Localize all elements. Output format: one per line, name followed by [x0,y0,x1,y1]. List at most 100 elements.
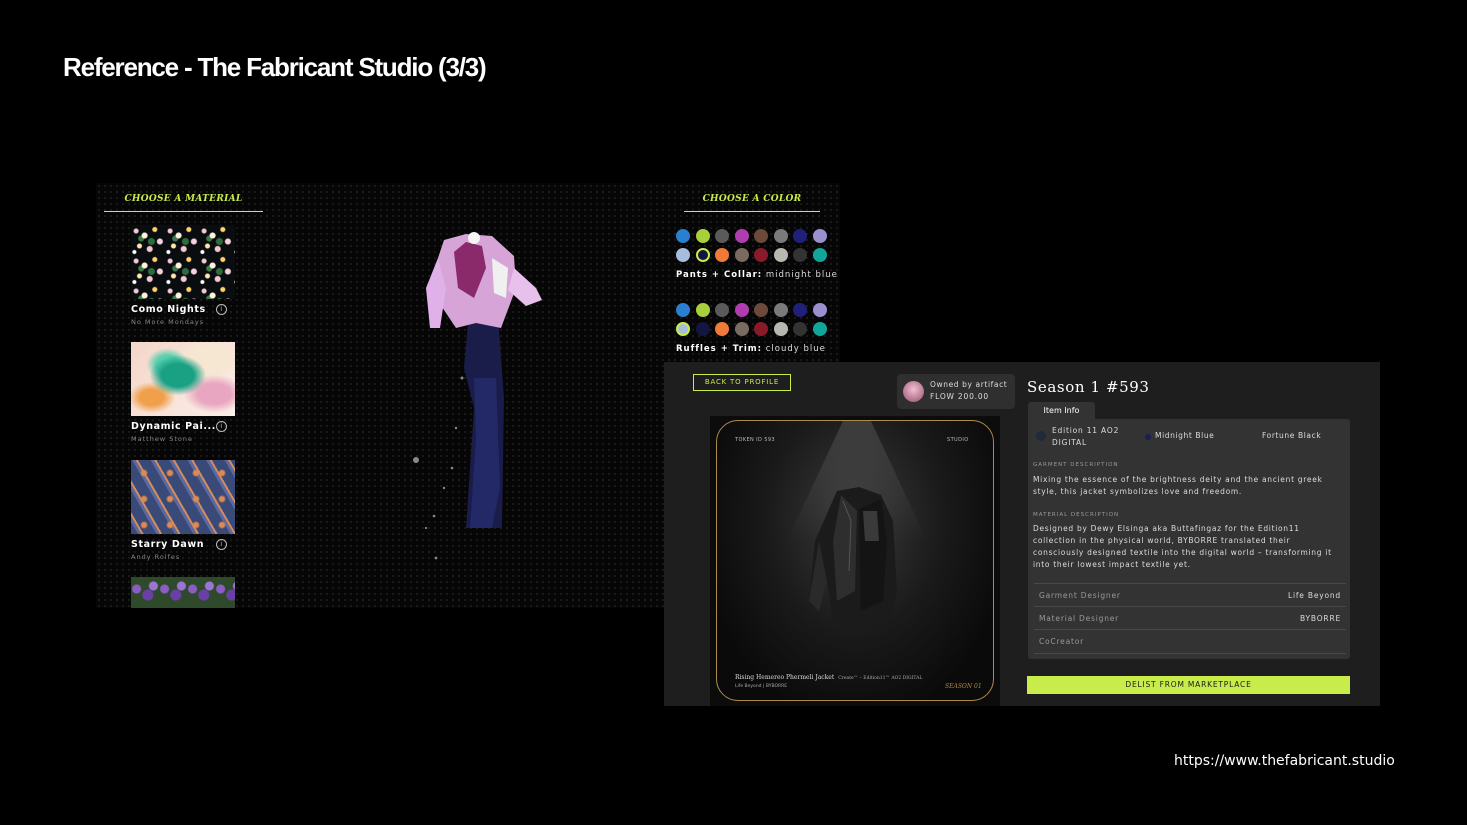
color-swatch[interactable] [695,303,710,317]
color-swatch[interactable] [754,303,768,317]
source-url[interactable]: https://www.thefabricant.studio [1174,753,1395,769]
color-swatch[interactable] [773,248,788,262]
choose-material-heading: CHOOSE A MATERIAL [104,194,263,212]
color-swatch[interactable] [734,303,749,317]
color-swatch[interactable] [793,303,807,317]
color-swatch[interactable] [773,229,788,243]
color-swatch[interactable] [695,322,710,336]
info-icon[interactable]: i [216,421,227,432]
material-thumbnail[interactable] [131,460,235,534]
color-part-label: Ruffles + Trim: [676,344,762,354]
material-card-starry-dawn[interactable]: Starry Dawn i Andy Rolfes [131,460,235,561]
material-name: Como Nights [131,304,206,315]
color-swatch[interactable] [676,303,690,317]
color-swatch[interactable] [695,248,710,262]
color-dot-icon [1145,434,1151,440]
row-key: Material Designer [1039,614,1120,623]
color-swatch[interactable] [793,322,807,336]
season-tag: SEASON 01 [945,683,982,690]
jacket-image [809,487,897,631]
owner-name: Owned by artifact [930,380,1008,389]
material-designer-row: Material Designer BYBORRE [1034,606,1346,630]
color-swatches-ruffles-trim [676,303,827,336]
material-card-dynamic-painting[interactable]: Dynamic Pai... i Matthew Stone [131,342,235,443]
slide-title: Reference - The Fabricant Studio (3/3) [63,52,487,82]
cocreator-row: CoCreator [1034,629,1346,654]
item-title: Season 1 #593 [1027,378,1150,396]
color-swatch[interactable] [715,322,729,336]
color-swatch[interactable] [812,322,827,336]
color-swatch[interactable] [812,229,827,243]
nft-edition: Create™ – Edition11™ AO2 DIGITAL [838,676,923,681]
color-swatch[interactable] [676,322,690,336]
color-part-value: midnight blue [765,270,838,280]
studio-logo: STUDIO [947,437,969,443]
primary-color: Midnight Blue [1155,431,1215,440]
color-swatches-pants-collar [676,229,827,262]
edition-line-1: Edition 11 AO2 [1052,426,1120,435]
owner-badge[interactable]: Owned by artifact FLOW 200.00 [897,374,1015,409]
token-id: TOKEN ID 593 [735,437,776,443]
material-name: Starry Dawn [131,539,205,550]
item-detail-panel: BACK TO PROFILE Owned by artifact FLOW 2… [664,362,1380,706]
secondary-color: Fortune Black [1262,431,1322,440]
material-card-como-nights[interactable]: Como Nights i No More Mondays [131,225,235,326]
info-icon[interactable]: i [216,539,227,550]
pants-collar-label: Pants + Collar: midnight blue [676,270,838,280]
color-swatch[interactable] [754,229,768,243]
edition-text: Edition 11 AO2 DIGITAL [1052,425,1119,449]
material-author: Matthew Stone [131,435,193,443]
material-description-label: MATERIAL DESCRIPTION [1033,512,1120,518]
color-swatch[interactable] [773,303,788,317]
color-swatch[interactable] [676,248,690,262]
edition-line-2: DIGITAL [1052,438,1087,447]
color-swatch[interactable] [812,303,827,317]
material-thumbnail[interactable] [131,577,235,608]
color-swatch[interactable] [715,248,729,262]
info-icon[interactable]: i [216,304,227,315]
color-swatch[interactable] [793,229,807,243]
row-key: CoCreator [1039,637,1085,646]
row-value: Life Beyond [1287,591,1341,600]
color-swatch[interactable] [773,322,788,336]
material-name-row: Como Nights i [131,304,235,315]
color-swatch[interactable] [695,229,710,243]
color-swatch[interactable] [734,248,749,262]
nft-name-row: Rising Hemereo Phermeli Jacket Create™ – … [735,674,922,681]
nft-creators: Life Beyond | BYBORRE [735,684,788,689]
back-to-profile-button[interactable]: BACK TO PROFILE [693,374,791,391]
material-thumbnail[interactable] [131,225,235,299]
edition-icon [1036,431,1046,441]
material-description: Designed by Dewy Elsinga aka Buttafingaz… [1033,524,1332,569]
material-thumbnail[interactable] [131,342,235,416]
color-swatch[interactable] [734,229,749,243]
color-swatch[interactable] [676,229,690,243]
color-swatch[interactable] [754,248,768,262]
material-author: No More Mondays [131,318,205,326]
nft-card[interactable]: TOKEN ID 593 STUDIO Rising Hemereo Pherm… [710,416,1000,706]
material-author: Andy Rolfes [131,553,181,561]
color-swatch[interactable] [754,322,768,336]
garment-designer-row: Garment Designer Life Beyond [1034,583,1346,607]
color-swatch[interactable] [715,229,729,243]
owner-price: FLOW 200.00 [930,392,989,401]
delist-from-marketplace-button[interactable]: DELIST FROM MARKETPLACE [1027,676,1350,694]
item-info-panel: Edition 11 AO2 DIGITAL Midnight Blue Fort… [1028,419,1350,659]
material-name-row: Dynamic Pai... i [131,421,235,432]
material-card-partial[interactable] [131,577,235,608]
nft-card-frame: TOKEN ID 593 STUDIO Rising Hemereo Pherm… [716,420,994,701]
color-swatch[interactable] [715,303,729,317]
garment-description-label: GARMENT DESCRIPTION [1033,462,1119,468]
ruffles-trim-label: Ruffles + Trim: cloudy blue [676,344,826,354]
nft-name: Rising Hemereo Phermeli Jacket [735,674,835,681]
tab-item-info[interactable]: Item Info [1028,402,1095,419]
garment-preview-image[interactable] [396,228,556,588]
garment-description: Mixing the essence of the brightness dei… [1033,475,1323,496]
choose-color-heading: CHOOSE A COLOR [684,194,820,212]
material-name-row: Starry Dawn i [131,539,235,550]
row-value: BYBORRE [1300,614,1341,623]
color-swatch[interactable] [793,248,807,262]
avatar[interactable] [903,381,924,402]
color-swatch[interactable] [734,322,749,336]
color-swatch[interactable] [812,248,827,262]
